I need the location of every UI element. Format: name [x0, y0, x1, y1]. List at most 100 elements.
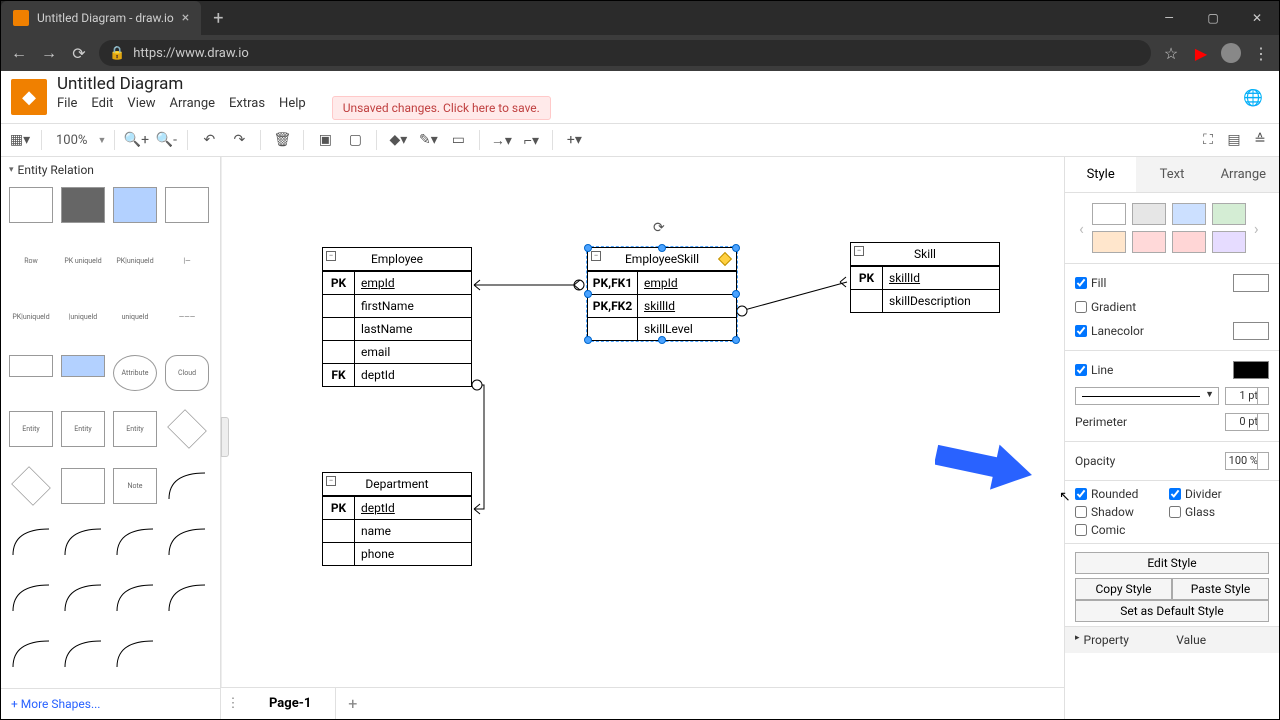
delete-icon[interactable]: 🗑	[269, 127, 295, 153]
shape-row-8[interactable]: ———	[165, 299, 209, 335]
shape-row-5[interactable]: PK|uniqueId	[9, 299, 53, 335]
youtube-icon[interactable]: ▶	[1191, 43, 1211, 63]
shape-entity-1[interactable]	[9, 355, 53, 377]
entity-department[interactable]: −Department PKdeptId name phone	[322, 472, 472, 566]
swatch[interactable]	[1092, 203, 1126, 225]
profile-avatar[interactable]	[1221, 43, 1241, 63]
url-input[interactable]: 🔒 https://www.draw.io	[99, 40, 1151, 66]
shape-multi[interactable]	[61, 468, 105, 504]
rotate-handle[interactable]: ⟳	[653, 220, 665, 236]
shape-row-2[interactable]: PK uniqueId	[61, 243, 105, 279]
shape-entity-3[interactable]: Entity	[9, 411, 53, 447]
fill-color-swatch[interactable]	[1233, 274, 1269, 292]
fill-color-icon[interactable]: ◆▾	[385, 127, 411, 153]
glass-checkbox[interactable]: Glass	[1169, 505, 1249, 519]
star-icon[interactable]: ☆	[1161, 43, 1181, 63]
browser-menu-icon[interactable]: ⋮	[1251, 43, 1271, 63]
collapse-icon[interactable]: ≙	[1247, 127, 1273, 153]
shape-rel-1[interactable]	[165, 468, 209, 504]
shape-rel-2[interactable]	[9, 524, 53, 560]
edit-style-button[interactable]: Edit Style	[1075, 552, 1269, 574]
add-page-button[interactable]: +	[336, 694, 369, 713]
shape-row-3[interactable]: PK|uniqueId	[113, 243, 157, 279]
set-default-style-button[interactable]: Set as Default Style	[1075, 600, 1269, 622]
shape-note[interactable]: Note	[113, 468, 157, 504]
minimize-icon[interactable]: —	[1147, 1, 1191, 35]
shape-row-4[interactable]: |—	[165, 243, 209, 279]
save-prompt[interactable]: Unsaved changes. Click here to save.	[332, 96, 551, 120]
shape-row-7[interactable]: uniqueId	[113, 299, 157, 335]
browser-tab[interactable]: Untitled Diagram - draw.io ×	[1, 1, 201, 35]
rounded-checkbox[interactable]: Rounded	[1075, 487, 1155, 501]
line-checkbox[interactable]: Line	[1075, 363, 1113, 377]
line-color-icon[interactable]: ✎▾	[415, 127, 441, 153]
shape-rel-12[interactable]	[113, 636, 157, 672]
line-color-swatch[interactable]	[1233, 361, 1269, 379]
comic-checkbox[interactable]: Comic	[1075, 523, 1155, 537]
document-title[interactable]: Untitled Diagram	[57, 74, 551, 94]
to-back-icon[interactable]: ▢	[342, 127, 368, 153]
shape-rel-11[interactable]	[61, 636, 105, 672]
copy-style-button[interactable]: Copy Style	[1075, 578, 1172, 600]
menu-arrange[interactable]: Arrange	[170, 96, 215, 120]
palette-section-title[interactable]: Entity Relation	[1, 157, 220, 183]
shape-rel-5[interactable]	[165, 524, 209, 560]
zoom-out-icon[interactable]: 🔍-	[153, 127, 179, 153]
redo-icon[interactable]: ↷	[226, 127, 252, 153]
resize-handle[interactable]	[584, 290, 592, 298]
entity-employeeskill[interactable]: −EmployeeSkill PK,FK1empId PK,FK2skillId…	[587, 247, 737, 341]
menu-file[interactable]: File	[57, 96, 77, 120]
entity-employee[interactable]: −Employee PKempId firstName lastName ema…	[322, 247, 472, 387]
close-tab-icon[interactable]: ×	[182, 10, 189, 26]
shape-circle[interactable]: Attribute	[113, 355, 157, 391]
maximize-icon[interactable]: ▢	[1191, 1, 1235, 35]
menu-extras[interactable]: Extras	[229, 96, 265, 120]
swatch[interactable]	[1172, 203, 1206, 225]
lanecolor-swatch[interactable]	[1233, 322, 1269, 340]
resize-handle[interactable]	[658, 244, 666, 252]
resize-handle[interactable]	[732, 244, 740, 252]
shape-entity-5[interactable]: Entity	[113, 411, 157, 447]
shape-rel-10[interactable]	[9, 636, 53, 672]
waypoint-icon[interactable]: ⌐▾	[518, 127, 544, 153]
language-icon[interactable]: 🌐	[1243, 88, 1263, 107]
swatch[interactable]	[1132, 231, 1166, 253]
swatch-prev-icon[interactable]: ‹	[1075, 219, 1088, 238]
shape-cloud[interactable]: Cloud	[165, 355, 209, 391]
undo-icon[interactable]: ↶	[196, 127, 222, 153]
divider-checkbox[interactable]: Divider	[1169, 487, 1249, 501]
tab-text[interactable]: Text	[1136, 157, 1207, 192]
swatch[interactable]	[1212, 231, 1246, 253]
page-menu-icon[interactable]: ⋮	[221, 696, 245, 711]
perimeter-input[interactable]: 0 pt	[1225, 413, 1269, 431]
resize-handle[interactable]	[584, 244, 592, 252]
view-mode-icon[interactable]: ▦▾	[7, 127, 33, 153]
back-icon[interactable]: ←	[9, 43, 29, 63]
resize-handle[interactable]	[732, 290, 740, 298]
paste-style-button[interactable]: Paste Style	[1172, 578, 1269, 600]
resize-handle[interactable]	[732, 336, 740, 344]
zoom-in-icon[interactable]: 🔍+	[123, 127, 149, 153]
canvas[interactable]: ⟳ −Employee PKempId firstName lastName e…	[221, 157, 1064, 687]
fullscreen-icon[interactable]: ⛶	[1195, 127, 1221, 153]
new-tab-button[interactable]: +	[201, 8, 235, 29]
swatch[interactable]	[1132, 203, 1166, 225]
shape-rel-9[interactable]	[165, 580, 209, 616]
shape-table-1[interactable]	[9, 187, 53, 223]
sidebar-collapse-handle[interactable]	[221, 417, 229, 457]
shape-table-3[interactable]	[113, 187, 157, 223]
close-window-icon[interactable]: ✕	[1235, 1, 1279, 35]
swatch-next-icon[interactable]: ›	[1250, 219, 1263, 238]
forward-icon[interactable]: →	[39, 43, 59, 63]
tab-style[interactable]: Style	[1065, 157, 1136, 192]
menu-view[interactable]: View	[127, 96, 155, 120]
to-front-icon[interactable]: ▣	[312, 127, 338, 153]
page-tab-1[interactable]: Page-1	[245, 688, 336, 719]
format-panel-icon[interactable]: ▤	[1221, 127, 1247, 153]
swatch[interactable]	[1092, 231, 1126, 253]
line-style-select[interactable]: ▼	[1075, 387, 1219, 405]
fill-checkbox[interactable]: Fill	[1075, 276, 1106, 290]
shape-row-1[interactable]: Row	[9, 243, 53, 279]
line-width-input[interactable]: 1 pt	[1225, 387, 1269, 405]
shape-rel-3[interactable]	[61, 524, 105, 560]
